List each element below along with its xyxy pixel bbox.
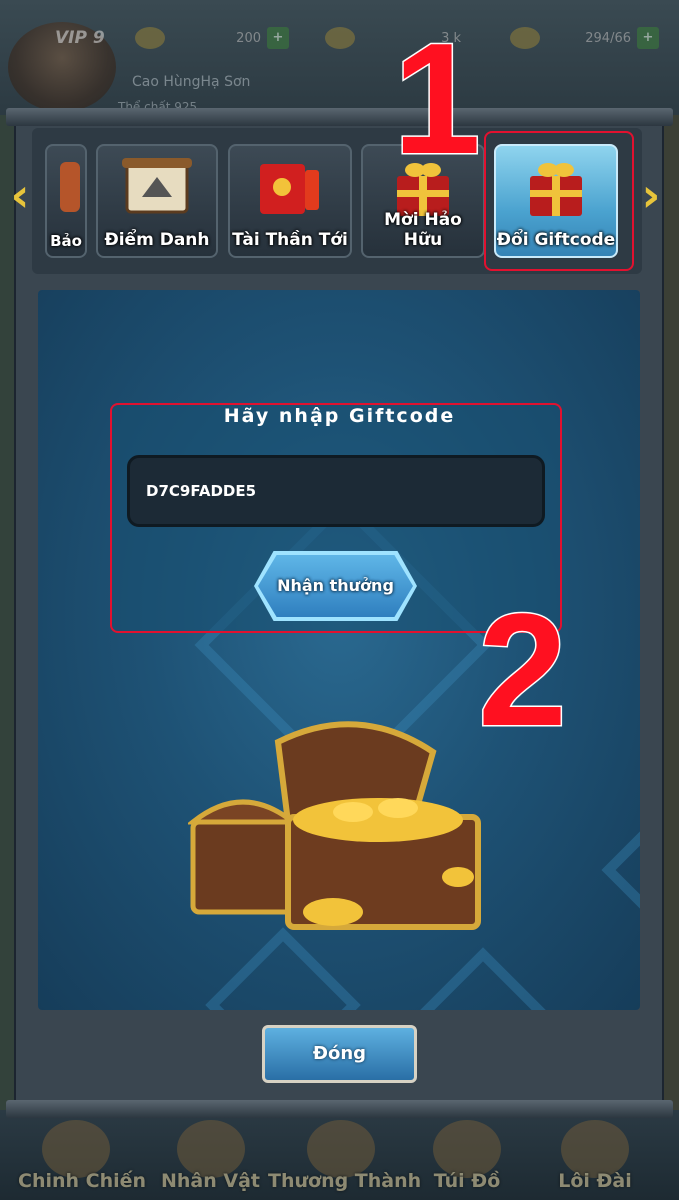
- rice-icon: [510, 27, 540, 49]
- tab-tai-than-toi[interactable]: Tài Thần Tới: [228, 144, 352, 258]
- nav-chinh-chien: Chinh Chiến: [18, 1120, 147, 1200]
- treasure-chest-icon: [188, 721, 481, 930]
- rice-value: 294/66: [585, 30, 631, 46]
- close-button[interactable]: Đóng: [262, 1025, 417, 1083]
- nav-label: Thương Thành: [268, 1170, 422, 1192]
- scroll-left-arrow-icon[interactable]: ‹: [2, 170, 38, 220]
- claim-reward-button[interactable]: Nhận thưởng: [258, 555, 413, 617]
- add-rice-button: +: [637, 27, 659, 49]
- checkin-scroll-icon: [122, 158, 192, 214]
- player-name: Cao HùngHạ Sơn: [132, 74, 251, 90]
- bg-diamond: [405, 947, 561, 1010]
- step2-number: 2: [477, 580, 569, 759]
- bg-diamond: [601, 813, 640, 927]
- tab-diem-danh[interactable]: Điểm Danh: [96, 144, 218, 258]
- vip-badge: VIP 9: [55, 28, 105, 48]
- dialog-bottom-rod: [6, 1100, 673, 1118]
- add-gold-button: +: [267, 27, 289, 49]
- tab-label: Bảo: [50, 232, 82, 250]
- resource-rice: 294/66 +: [510, 26, 659, 50]
- nav-nhan-vat: Nhân Vật: [158, 1120, 263, 1200]
- giftcode-input[interactable]: [127, 455, 545, 527]
- scroll-right-arrow-icon[interactable]: ›: [633, 170, 669, 220]
- dialog-top-rod: [6, 108, 673, 126]
- nav-label: Chinh Chiến: [18, 1170, 147, 1192]
- tab-label: Tài Thần Tới: [232, 230, 348, 250]
- nav-label: Lôi Đài: [558, 1170, 632, 1192]
- giftcode-title: Hãy nhập Giftcode: [223, 405, 456, 427]
- nav-label: Nhân Vật: [161, 1170, 260, 1192]
- tab-label: Điểm Danh: [104, 230, 210, 250]
- tab-label: Mời Hảo Hữu: [384, 210, 462, 250]
- gold-value: 200: [236, 30, 261, 46]
- nav-tui-do: Túi Đồ: [422, 1120, 512, 1200]
- step1-number: 1: [392, 11, 483, 187]
- red-envelope-icon: [260, 164, 319, 214]
- coin-icon: [325, 27, 355, 49]
- scroll-icon: [59, 162, 80, 212]
- tab-bao[interactable]: Bảo: [45, 144, 87, 258]
- resource-gold: 200 +: [135, 26, 289, 50]
- nav-thuong-thanh: Thương Thành: [268, 1120, 422, 1200]
- nav-label: Túi Đồ: [433, 1170, 501, 1192]
- gold-ingot-icon: [135, 27, 165, 49]
- step1-highlight: [484, 131, 634, 271]
- nav-loi-dai: Lôi Đài: [545, 1120, 645, 1200]
